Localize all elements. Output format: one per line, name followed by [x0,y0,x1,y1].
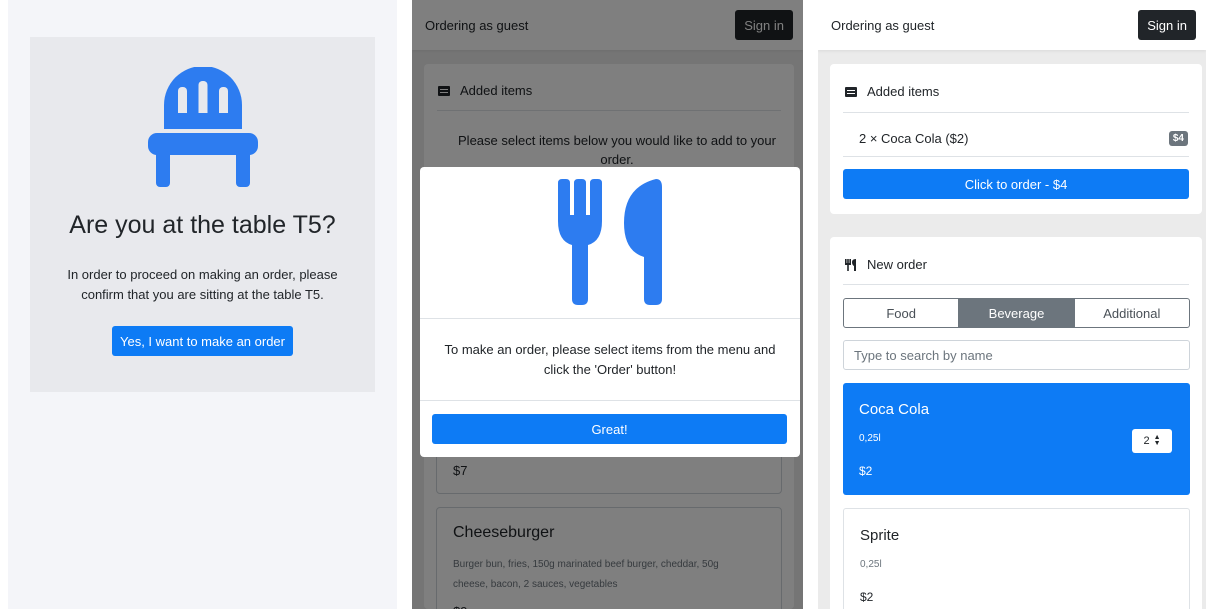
new-order-header: New order [845,257,927,272]
sign-in-button[interactable]: Sign in [1138,10,1196,40]
utensils-icon [845,258,856,271]
cart-line: 2 × Coca Cola ($2) [859,131,969,146]
product-name: Coca Cola [859,401,930,418]
page-title: Are you at the table T5? [69,211,336,239]
line-total-badge: $4 [1168,131,1188,146]
added-items-title: Added items [867,84,940,99]
category-tabs: Food Beverage Additional [843,298,1190,328]
stepper-arrows-icon: ▲ ▼ [1153,434,1161,447]
tab-food[interactable]: Food [844,299,958,327]
divider [843,112,1189,113]
tab-beverage[interactable]: Beverage [958,299,1074,327]
new-order-title: New order [867,257,927,272]
divider [843,156,1189,157]
divider [843,284,1189,285]
confirm-order-button[interactable]: Yes, I want to make an order [112,326,293,356]
confirm-description: In order to proceed on making an order, … [67,267,338,302]
product-card-sprite[interactable]: Sprite 0,25l $2 [843,508,1190,609]
added-items-card: Added items 2 × Coca Cola ($2) $4 Click … [830,64,1202,214]
modal-screen: Ordering as guest Sign in Added items Pl… [412,0,803,609]
added-items-header: Added items [845,84,939,99]
guest-status: Ordering as guest [831,17,935,33]
new-order-card: New order Food Beverage Additional Coca … [830,237,1202,609]
product-name: Sprite [860,527,900,544]
place-order-button[interactable]: Click to order - $4 [843,169,1189,199]
top-bar: Ordering as guest Sign in [818,0,1206,50]
search-input[interactable] [843,340,1190,370]
cutlery-icon [558,179,662,305]
quantity-value: 2 [1143,435,1150,447]
product-price: $2 [860,590,874,604]
list-icon [845,86,857,97]
tab-additional[interactable]: Additional [1073,299,1189,327]
product-size: 0,25l [860,559,882,570]
product-size: 0,25l [859,433,881,444]
product-card-coca-cola[interactable]: Coca Cola 0,25l $2 2 ▲ ▼ [843,383,1190,495]
chair-icon [148,67,258,187]
divider [420,400,800,401]
modal-icon-area [420,167,800,319]
table-confirm-panel: Are you at the table T5? In order to pro… [30,37,375,392]
great-button[interactable]: Great! [432,414,787,444]
modal-text: To make an order, please select items fr… [444,342,776,377]
product-price: $2 [859,464,873,478]
info-modal: To make an order, please select items fr… [420,167,800,457]
quantity-select[interactable]: 2 ▲ ▼ [1132,429,1172,453]
table-confirm-screen: Are you at the table T5? In order to pro… [8,0,397,609]
order-screen: Ordering as guest Sign in Added items 2 … [818,0,1206,609]
